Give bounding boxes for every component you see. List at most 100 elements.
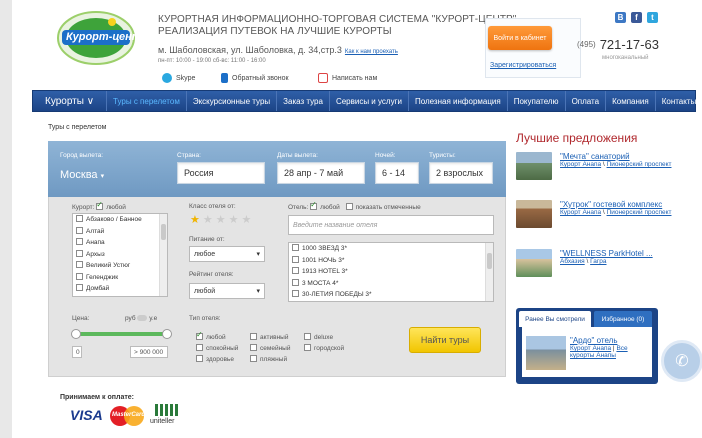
offer-card[interactable]: "Мечта" санаторий Курорт Анапа \ Пионерс… [516,152,692,180]
list-item[interactable]: Великий Устюг [73,260,167,272]
checkbox[interactable] [292,255,299,263]
nav-excursion-tours[interactable]: Экскурсионные туры [187,91,278,111]
offer-city-link[interactable]: Гагра [590,258,606,265]
hotel-type-deluxe[interactable]: deluxe [304,333,333,341]
resort-any-checkbox[interactable] [96,200,104,210]
show-marked-checkbox[interactable] [345,203,353,210]
route-link[interactable]: Как к нам проехать [345,49,398,55]
price-min-handle[interactable] [71,329,81,339]
nav-company[interactable]: Компания [606,91,656,111]
star-icon[interactable]: ★ [216,214,226,226]
hotel-search-input[interactable]: Введите название отеля [288,215,494,235]
facebook-icon[interactable]: f [631,12,642,23]
price-slider[interactable] [71,329,172,339]
price-from-field[interactable]: 0 [72,346,82,358]
tab-recently-viewed[interactable]: Ранее Вы смотрели [519,311,591,327]
nav-services[interactable]: Сервисы и услуги [330,91,409,111]
checkbox[interactable] [76,249,83,257]
checkbox[interactable] [250,355,257,362]
viewed-resort-link[interactable]: Курорт Анапа [570,345,611,352]
logo[interactable]: Курорт-центр [54,8,148,68]
star-icon[interactable]: ★ [229,214,239,226]
list-item[interactable]: 1000 ЗВЕЗД 3* [289,243,493,255]
write-us-contact[interactable]: Написать нам [318,73,377,83]
offer-photo[interactable] [516,200,552,228]
list-item[interactable]: 1001 НОЧЬ 3* [289,255,493,267]
register-link[interactable]: Зарегистрироваться [490,62,556,69]
hotel-list[interactable]: 1000 ЗВЕЗД 3* 1001 НОЧЬ 3* 1913 HOTEL 3*… [288,242,494,302]
checkbox[interactable] [196,330,203,340]
checkbox[interactable] [304,344,311,351]
find-tours-button[interactable]: Найти туры [409,327,481,353]
skype-contact[interactable]: Skype [162,73,195,83]
hotel-type-any[interactable]: любой [196,330,226,341]
hotel-type-active[interactable]: активный [250,333,289,341]
list-item[interactable]: 3 МОСТА 4* [289,278,493,290]
checkbox[interactable] [304,333,311,340]
tab-favorites[interactable]: Избранное (0) [594,311,652,327]
checkbox[interactable] [76,215,83,222]
checkbox[interactable] [76,284,83,291]
price-to-field[interactable]: > 900 000 [130,346,168,358]
checkbox[interactable] [250,333,257,340]
resort-list[interactable]: Абзаково / Банное Алтай Анапа Архыз Вели… [72,213,168,297]
nights-field[interactable]: 6 - 14 [375,162,419,184]
hotel-type-family[interactable]: семейный [250,344,290,352]
offer-street-link[interactable]: Пионерский проспект [607,161,672,168]
star-rating[interactable]: ★ ★ ★ ★ ★ [190,213,254,226]
twitter-icon[interactable]: t [647,12,658,23]
dates-field[interactable]: 28 апр - 7 май [277,162,365,184]
star-icon[interactable]: ★ [190,214,200,226]
hotel-type-city[interactable]: городской [304,344,344,352]
resort-scrollbar[interactable] [159,214,167,296]
nav-resorts[interactable]: Курорты ∨ [33,91,108,111]
checkbox[interactable] [196,344,203,351]
list-item[interactable]: Алтай [73,226,167,238]
nav-useful-info[interactable]: Полезная информация [409,91,508,111]
tourists-field[interactable]: 2 взрослых [429,162,493,184]
callback-phone-icon[interactable]: ✆ [661,340,702,382]
offer-street-link[interactable]: Пионерский проспект [607,209,672,216]
hotel-scrollbar[interactable] [485,243,493,301]
checkbox[interactable] [76,226,83,234]
callback-contact[interactable]: Обратный звонок [221,73,289,83]
currency-rub[interactable]: руб [125,315,136,322]
offer-card[interactable]: "WELLNESS ParkHotel ... Абхазия \ Гагра [516,249,692,277]
list-item[interactable]: Домбай [73,283,167,295]
list-item[interactable]: Абзаково / Банное [73,214,167,226]
meal-select[interactable]: любое ▾ [189,246,265,262]
currency-toggle[interactable] [137,315,148,321]
list-item[interactable]: Архыз [73,249,167,261]
offer-resort-link[interactable]: Курорт Анапа [560,209,601,216]
nav-flight-tours[interactable]: Туры с перелетом [107,91,187,111]
departure-select[interactable]: Москва ▾ [60,169,104,181]
offer-title[interactable]: "WELLNESS ParkHotel ... [560,249,653,258]
currency-switch[interactable]: руб у.е [125,315,157,322]
list-item[interactable]: Анапа [73,237,167,249]
cabinet-button[interactable]: Войти в кабинет [488,26,552,50]
viewed-photo[interactable] [526,336,566,370]
nav-contacts[interactable]: Контакты [656,91,702,111]
checkbox[interactable] [292,278,299,286]
offer-card[interactable]: "Хутрок" гостевой комплекс Курорт Анапа … [516,200,692,228]
nav-customer[interactable]: Покупателю [508,91,566,111]
checkbox[interactable] [76,261,83,268]
list-item[interactable]: 1913 HOTEL 3* [289,266,493,278]
nav-payment[interactable]: Оплата [566,91,607,111]
checkbox[interactable] [76,238,83,245]
checkbox[interactable] [292,244,299,251]
list-item[interactable]: 30-ЛЕТИЯ ПОБЕДЫ 3* [289,289,493,301]
checkbox[interactable] [292,267,299,274]
checkbox[interactable] [250,344,257,351]
offer-photo[interactable] [516,152,552,180]
nav-order-tour[interactable]: Заказ тура [277,91,330,111]
offer-title[interactable]: "Хутрок" гостевой комплекс [560,200,671,209]
offer-resort-link[interactable]: Курорт Анапа [560,161,601,168]
hotel-type-health[interactable]: здоровье [196,355,234,363]
offer-region-link[interactable]: Абхазия [560,258,585,265]
viewed-title[interactable]: "Ардо" отель [570,336,652,345]
checkbox[interactable] [196,355,203,362]
checkbox[interactable] [292,290,299,297]
hotel-type-beach[interactable]: пляжный [250,355,287,363]
currency-eur[interactable]: у.е [149,315,157,322]
